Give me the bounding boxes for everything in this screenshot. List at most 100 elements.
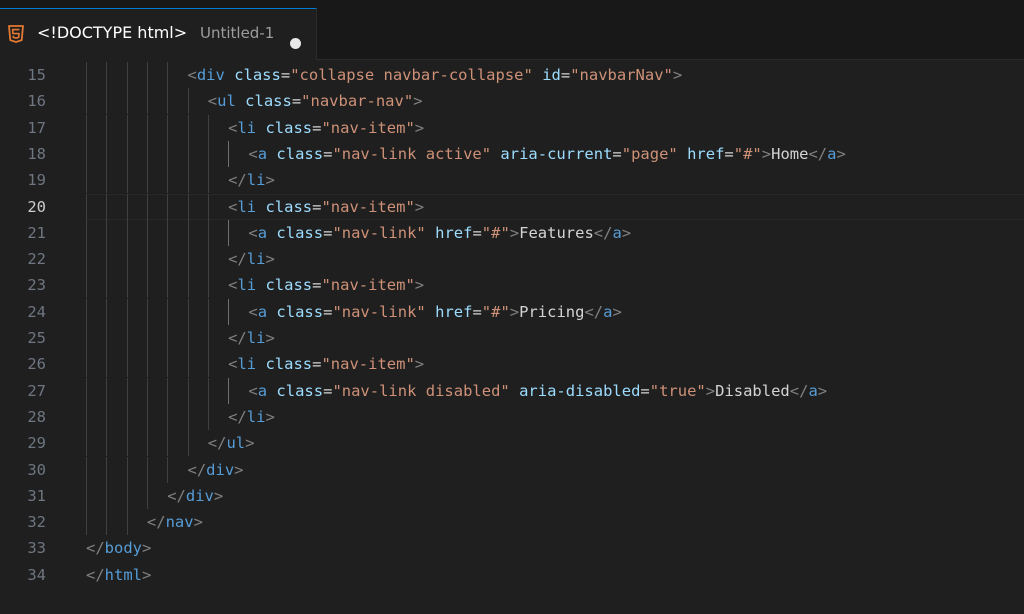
- code-line[interactable]: 26 <li class="nav-item">: [0, 351, 1024, 378]
- code-token: class: [245, 92, 292, 111]
- code-line[interactable]: 29 </ul>: [0, 430, 1024, 457]
- code-line[interactable]: 19 </li>: [0, 167, 1024, 194]
- indent-guide: [126, 298, 128, 325]
- indent-guide: [167, 298, 169, 325]
- line-number[interactable]: 15: [0, 62, 46, 88]
- code-token: =: [612, 144, 622, 163]
- code-line[interactable]: 21 <a class="nav-link" href="#">Features<…: [0, 219, 1024, 246]
- code-token: >: [265, 250, 275, 269]
- indent-guide: [228, 219, 230, 246]
- line-number[interactable]: 23: [0, 272, 46, 298]
- code-line[interactable]: 30 </div>: [0, 456, 1024, 483]
- code-text: </li>: [228, 246, 275, 272]
- code-token: "nav-item": [321, 276, 415, 295]
- code-token: li: [237, 355, 257, 374]
- indent-guide: [126, 272, 128, 299]
- indent-guide: [167, 114, 169, 141]
- indent-guide: [207, 325, 209, 351]
- indent-guide: [86, 403, 87, 430]
- tab-title: <!DOCTYPE html>: [37, 23, 188, 42]
- code-line[interactable]: 15 <div class="collapse navbar-collapse" …: [0, 62, 1024, 88]
- indent-guide: [167, 325, 169, 351]
- title-strip: [0, 0, 1024, 8]
- code-text: </div>: [167, 483, 223, 509]
- code-token: Features: [519, 223, 594, 242]
- indent-guide: [167, 456, 169, 483]
- code-line[interactable]: 22 </li>: [0, 246, 1024, 273]
- line-number[interactable]: 32: [0, 509, 46, 535]
- line-number[interactable]: 33: [0, 535, 46, 561]
- indent-guide: [126, 430, 128, 457]
- code-line[interactable]: 17 <li class="nav-item">: [0, 114, 1024, 141]
- line-number[interactable]: 24: [0, 299, 46, 325]
- code-token: >: [414, 276, 425, 295]
- code-token: class: [276, 223, 324, 242]
- line-number[interactable]: 27: [0, 378, 46, 404]
- line-number[interactable]: 31: [0, 483, 46, 509]
- indent-guide: [187, 140, 189, 167]
- code-token: >: [142, 539, 152, 558]
- code-line[interactable]: 27 <a class="nav-link disabled" aria-disa…: [0, 377, 1024, 404]
- indent-guide: [146, 246, 148, 273]
- code-token: href: [687, 144, 725, 163]
- code-editor[interactable]: 15 <div class="collapse navbar-collapse" …: [0, 62, 1024, 614]
- indent-guide: [146, 482, 148, 509]
- line-number[interactable]: 20: [0, 194, 46, 220]
- code-line[interactable]: 28 </li>: [0, 403, 1024, 430]
- line-number[interactable]: 25: [0, 325, 46, 351]
- code-line[interactable]: 32 </nav>: [0, 509, 1024, 536]
- code-line[interactable]: 16 <ul class="navbar-nav">: [0, 88, 1024, 115]
- code-token: </: [228, 250, 247, 269]
- code-line[interactable]: 23 <li class="nav-item">: [0, 272, 1024, 299]
- code-token: class: [234, 66, 281, 84]
- line-number[interactable]: 28: [0, 404, 46, 430]
- code-line[interactable]: 34 </html>: [0, 562, 1024, 588]
- line-number[interactable]: 18: [0, 141, 46, 167]
- indent-guide: [167, 403, 169, 430]
- code-text: </li>: [228, 325, 275, 351]
- code-line[interactable]: 24 <a class="nav-link" href="#">Pricing</…: [0, 298, 1024, 325]
- line-number[interactable]: 16: [0, 88, 46, 114]
- line-number[interactable]: 29: [0, 430, 46, 456]
- code-token: </: [228, 407, 247, 426]
- line-number[interactable]: 34: [0, 562, 46, 588]
- code-token: >: [836, 144, 846, 163]
- code-token: "collapse navbar-collapse": [290, 66, 533, 84]
- line-number[interactable]: 26: [0, 351, 46, 377]
- indent-guide: [126, 403, 128, 430]
- code-line[interactable]: 18 <a class = "nav-link active" aria-curren…: [0, 140, 1024, 167]
- code-token: class: [276, 302, 324, 321]
- code-line[interactable]: 33 </body>: [0, 535, 1024, 561]
- indent-guide: [106, 509, 108, 536]
- code-token: >: [761, 144, 772, 163]
- code-line[interactable]: 20 <li class="nav-item">: [0, 193, 1024, 220]
- code-line[interactable]: 25 </li>: [0, 325, 1024, 351]
- indent-guide: [207, 298, 209, 325]
- line-number[interactable]: 22: [0, 246, 46, 272]
- indent-guide: [167, 351, 169, 378]
- code-token: "true": [649, 381, 706, 400]
- code-token: li: [246, 250, 266, 269]
- indent-guide: [126, 377, 128, 404]
- unsaved-changes-dot-icon[interactable]: [290, 38, 301, 49]
- line-number[interactable]: 21: [0, 220, 46, 246]
- line-number[interactable]: 30: [0, 457, 46, 483]
- code-line[interactable]: 31 </div>: [0, 482, 1024, 509]
- line-number[interactable]: 19: [0, 167, 46, 193]
- code-token: </: [167, 486, 186, 505]
- indent-guide: [126, 140, 128, 167]
- code-text: <a class="nav-link disabled" aria-disabl…: [248, 378, 827, 404]
- indent-guide: [106, 298, 108, 325]
- code-token: >: [413, 92, 423, 111]
- indent-guide: [126, 246, 128, 273]
- indent-guide: [106, 88, 108, 115]
- indent-guide: [187, 298, 189, 325]
- line-number[interactable]: 17: [0, 115, 46, 141]
- editor-tab-untitled-1[interactable]: <!DOCTYPE html> Untitled-1: [0, 8, 317, 60]
- code-token: >: [245, 434, 255, 453]
- code-token: "nav-link active": [332, 144, 492, 163]
- code-token: >: [414, 118, 425, 137]
